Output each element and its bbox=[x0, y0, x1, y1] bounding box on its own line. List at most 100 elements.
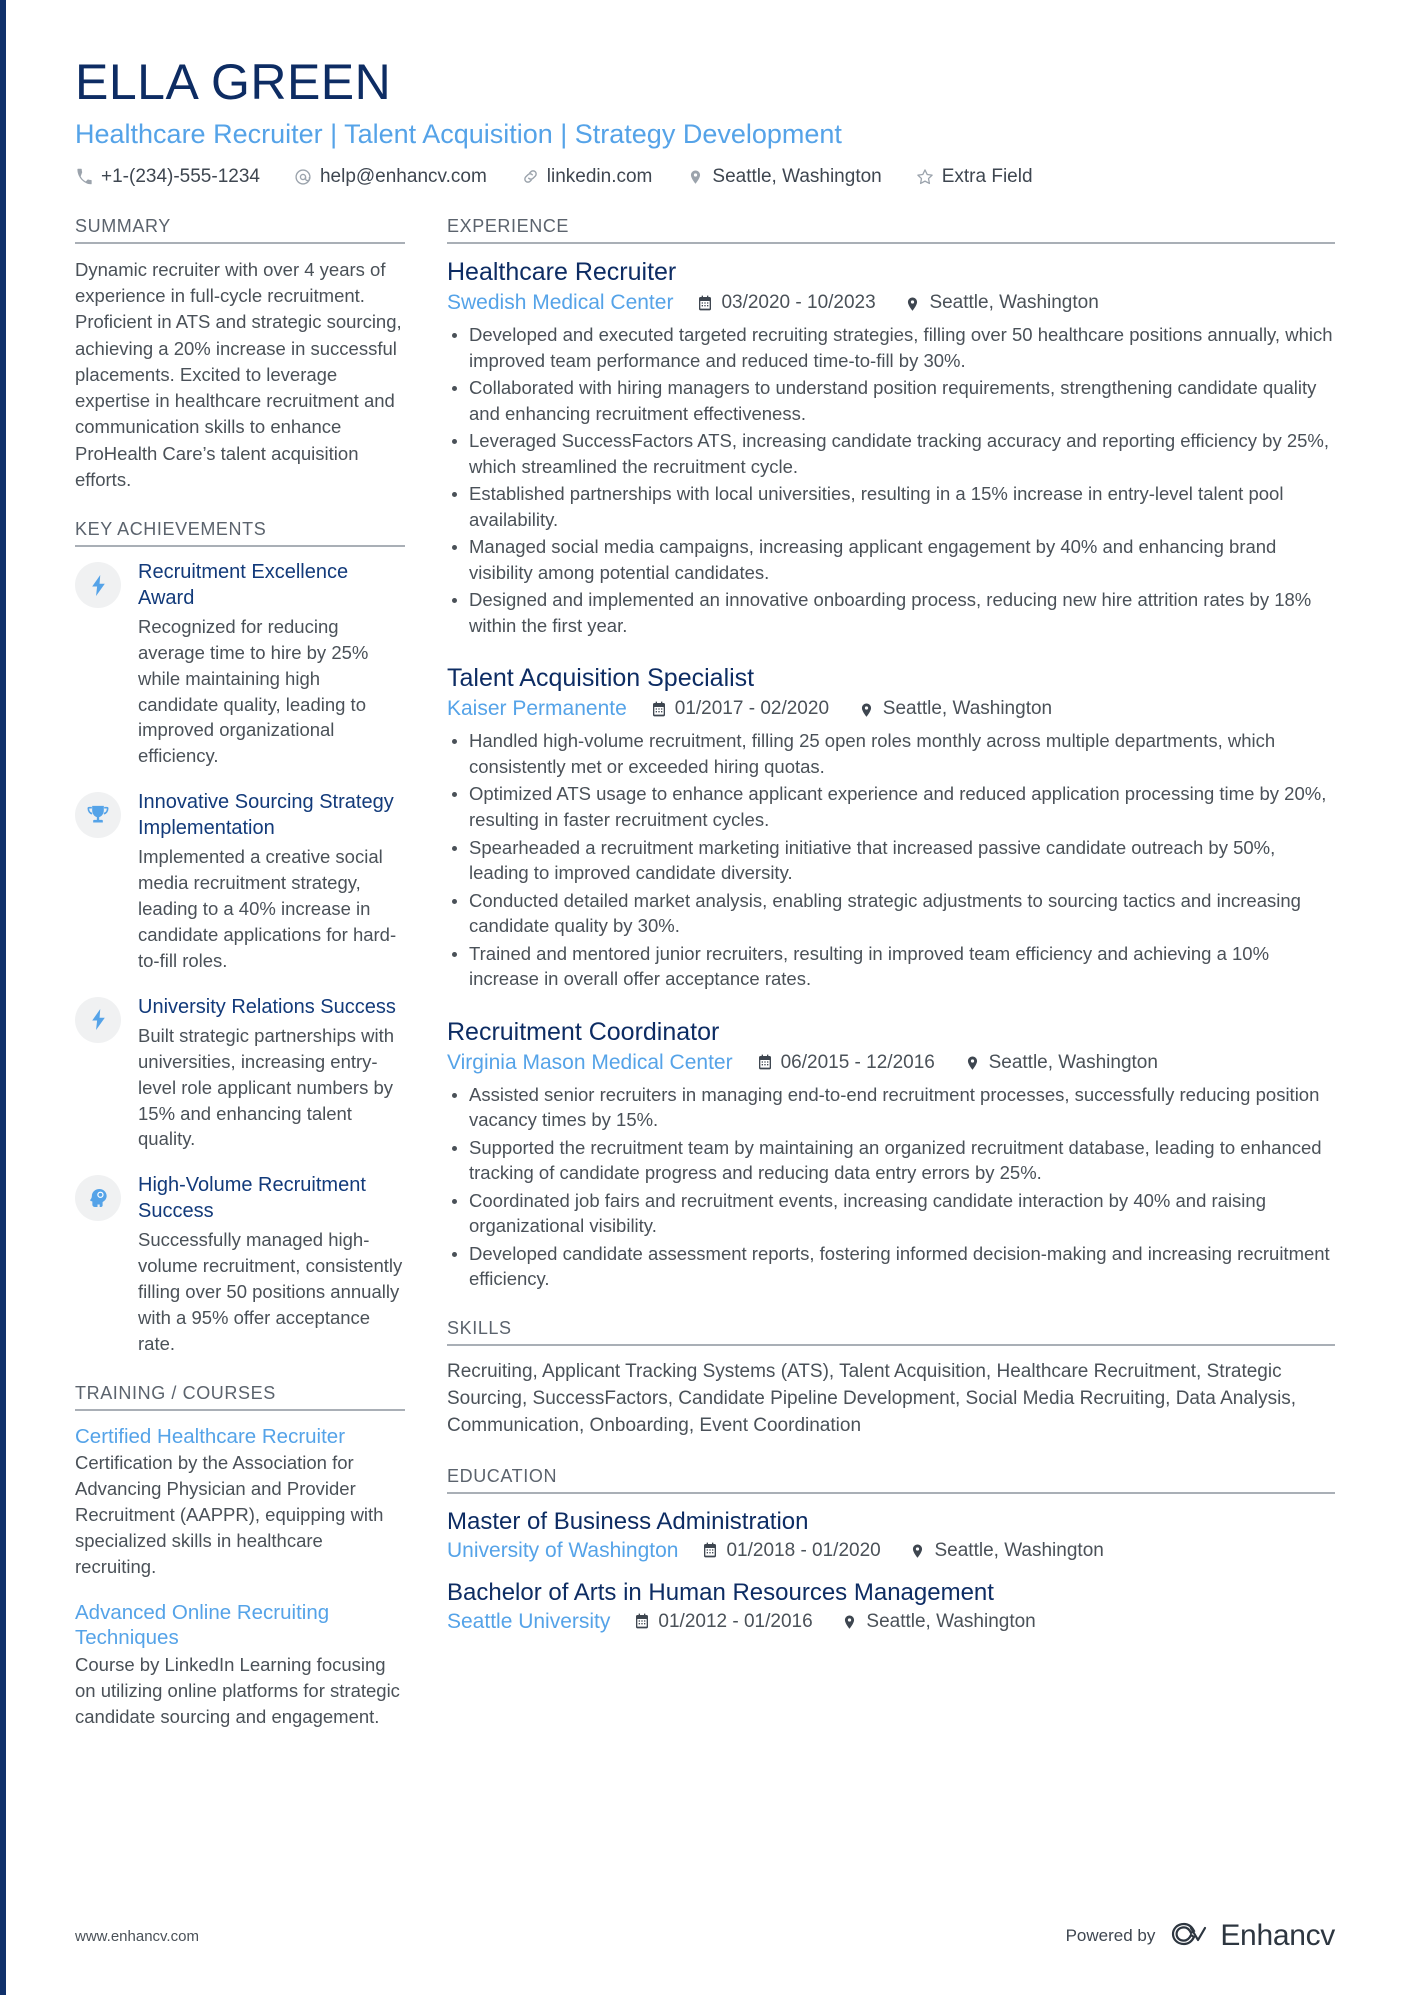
achievement-item: Recruitment Excellence Award Recognized f… bbox=[75, 560, 405, 769]
job-role: Recruitment Coordinator bbox=[447, 1017, 720, 1046]
education-date-text: 01/2012 - 01/2016 bbox=[658, 1610, 813, 1632]
powered-by-label: Powered by bbox=[1065, 1926, 1156, 1945]
job-date-text: 03/2020 - 10/2023 bbox=[721, 292, 876, 313]
calendar-icon bbox=[651, 701, 668, 718]
job-location-text: Seattle, Washington bbox=[988, 1051, 1158, 1073]
education-location-text: Seattle, Washington bbox=[866, 1610, 1036, 1632]
education-item: Master of Business Administration Univers… bbox=[447, 1507, 1335, 1563]
job-bullet: Established partnerships with local univ… bbox=[447, 481, 1335, 532]
head-profile-icon bbox=[88, 1188, 108, 1209]
job-location-text: Seattle, Washington bbox=[929, 292, 1099, 313]
achievement-item: Innovative Sourcing Strategy Implementat… bbox=[75, 790, 405, 973]
summary-text: Dynamic recruiter with over 4 years of e… bbox=[75, 258, 402, 490]
job-bullet: Leveraged SuccessFactors ATS, increasing… bbox=[447, 428, 1335, 479]
job-date-text: 01/2017 - 02/2020 bbox=[674, 698, 830, 720]
job-bullet: Handled high-volume recruitment, filling… bbox=[447, 728, 1335, 779]
achievement-title: University Relations Success bbox=[138, 995, 396, 1018]
training-list: Certified Healthcare Recruiter Certificat… bbox=[75, 1411, 405, 1730]
achievement-text: Recruitment Excellence Award Recognized f… bbox=[138, 560, 405, 769]
contact-item[interactable]: Seattle, Washington bbox=[686, 166, 882, 188]
location-icon bbox=[859, 701, 876, 718]
achievement-badge bbox=[75, 996, 121, 1043]
job-location: Seattle, Washington bbox=[965, 1052, 1158, 1074]
education-meta: University of Washington 01/2018 - 01/202… bbox=[447, 1539, 1335, 1563]
experience-list: Healthcare Recruiter Swedish Medical Cent… bbox=[447, 244, 1335, 1292]
job-company: Swedish Medical Center bbox=[447, 291, 674, 314]
job-bullet: Spearheaded a recruitment marketing init… bbox=[447, 835, 1335, 886]
experience-heading: EXPERIENCE bbox=[447, 216, 1335, 244]
key-achievements-section: KEY ACHIEVEMENTS Recruitment Excellence … bbox=[75, 519, 405, 1356]
education-date-text: 01/2018 - 01/2020 bbox=[726, 1539, 881, 1561]
job-bullet-list: Handled high-volume recruitment, filling… bbox=[447, 728, 1335, 991]
contact-item[interactable]: help@enhancv.com bbox=[294, 166, 487, 188]
key-achievements-heading: KEY ACHIEVEMENTS bbox=[75, 519, 405, 548]
achievement-item: High-Volume Recruitment Success Successfu… bbox=[75, 1173, 405, 1356]
job-date-range: 03/2020 - 10/2023 bbox=[697, 292, 879, 314]
phone-icon bbox=[75, 167, 94, 186]
course-title: Certified Healthcare Recruiter bbox=[75, 1424, 346, 1448]
job-bullet-list: Assisted senior recruiters in managing e… bbox=[447, 1082, 1335, 1292]
email-icon bbox=[294, 167, 313, 186]
contact-text: linkedin.com bbox=[546, 165, 653, 187]
education-item: Bachelor of Arts in Human Resources Mana… bbox=[447, 1578, 1335, 1634]
main-column: EXPERIENCE Healthcare Recruiter Swedish M… bbox=[447, 216, 1335, 1660]
job-bullet: Managed social media campaigns, increasi… bbox=[447, 534, 1335, 585]
education-school: University of Washington bbox=[447, 1538, 679, 1562]
contact-text: +1-(234)-555-1234 bbox=[101, 165, 260, 187]
location-icon bbox=[842, 1613, 859, 1630]
job-bullet: Supported the recruitment team by mainta… bbox=[447, 1135, 1335, 1186]
lightning-bolt-icon bbox=[90, 1009, 107, 1030]
job-company: Virginia Mason Medical Center bbox=[447, 1050, 733, 1074]
job-location: Seattle, Washington bbox=[859, 698, 1052, 720]
skills-heading: SKILLS bbox=[447, 1318, 1335, 1346]
education-location-text: Seattle, Washington bbox=[934, 1539, 1104, 1561]
job-bullet: Trained and mentored junior recruiters, … bbox=[447, 941, 1335, 992]
job-bullet: Conducted detailed market analysis, enab… bbox=[447, 888, 1335, 939]
contact-item[interactable]: Extra Field bbox=[916, 166, 1033, 188]
job-location-text: Seattle, Washington bbox=[882, 698, 1053, 720]
education-list: Master of Business Administration Univers… bbox=[447, 1494, 1335, 1634]
contact-item[interactable]: +1-(234)-555-1234 bbox=[75, 166, 260, 188]
summary-heading: SUMMARY bbox=[75, 216, 405, 244]
job-bullet: Optimized ATS usage to enhance applicant… bbox=[447, 781, 1335, 832]
achievement-description: Built strategic partnerships with univer… bbox=[138, 1024, 395, 1150]
job-bullet: Developed candidate assessment reports, … bbox=[447, 1241, 1335, 1292]
achievement-title: Recruitment Excellence Award bbox=[138, 561, 349, 609]
contact-item[interactable]: linkedin.com bbox=[521, 165, 653, 188]
course-description: Course by LinkedIn Learning focusing on … bbox=[75, 1653, 400, 1727]
experience-section: EXPERIENCE Healthcare Recruiter Swedish M… bbox=[447, 216, 1335, 1292]
course-item: Advanced Online Recruiting Techniques Cou… bbox=[75, 1600, 405, 1730]
job-role: Talent Acquisition Specialist bbox=[447, 664, 755, 693]
education-heading: EDUCATION bbox=[447, 1466, 1335, 1494]
left-accent-bar bbox=[0, 0, 6, 1995]
skills-text: Recruiting, Applicant Tracking Systems (… bbox=[447, 1360, 1297, 1436]
achievement-text: Innovative Sourcing Strategy Implementat… bbox=[138, 790, 405, 973]
enhancv-logo-icon bbox=[1171, 1921, 1211, 1952]
achievement-item: University Relations Success Built strate… bbox=[75, 995, 405, 1153]
education-degree: Master of Business Administration bbox=[447, 1507, 809, 1535]
education-location: Seattle, Washington bbox=[842, 1610, 1036, 1633]
location-icon bbox=[686, 167, 705, 186]
job-bullet: Assisted senior recruiters in managing e… bbox=[447, 1082, 1335, 1133]
experience-item: Recruitment Coordinator Virginia Mason Me… bbox=[447, 1017, 1335, 1292]
job-role: Healthcare Recruiter bbox=[447, 257, 677, 286]
education-date-range: 01/2012 - 01/2016 bbox=[634, 1611, 816, 1633]
calendar-icon bbox=[757, 1054, 774, 1071]
footer-website-url[interactable]: www.enhancv.com bbox=[75, 1928, 199, 1945]
job-bullet: Collaborated with hiring managers to und… bbox=[447, 375, 1335, 426]
job-bullet: Designed and implemented an innovative o… bbox=[447, 587, 1335, 638]
training-heading: TRAINING / COURSES bbox=[75, 1383, 405, 1411]
sidebar: SUMMARY Dynamic recruiter with over 4 ye… bbox=[75, 216, 405, 1756]
location-icon bbox=[910, 1542, 927, 1559]
page-footer: www.enhancv.com Powered by Enhancv bbox=[75, 1919, 1335, 1953]
achievement-description: Successfully managed high-volume recruit… bbox=[138, 1229, 403, 1354]
achievement-text: High-Volume Recruitment Success Successfu… bbox=[138, 1173, 405, 1356]
job-company: Kaiser Permanente bbox=[447, 697, 627, 721]
training-section: TRAINING / COURSES Certified Healthcare … bbox=[75, 1383, 405, 1730]
experience-item: Healthcare Recruiter Swedish Medical Cent… bbox=[447, 257, 1335, 638]
course-item: Certified Healthcare Recruiter Certificat… bbox=[75, 1424, 405, 1580]
link-icon bbox=[521, 167, 540, 186]
job-date-range: 06/2015 - 12/2016 bbox=[757, 1052, 939, 1074]
job-bullet-list: Developed and executed targeted recruiti… bbox=[447, 322, 1335, 638]
contact-list: +1-(234)-555-1234 help@enhancv.com linkedi… bbox=[75, 166, 1335, 188]
